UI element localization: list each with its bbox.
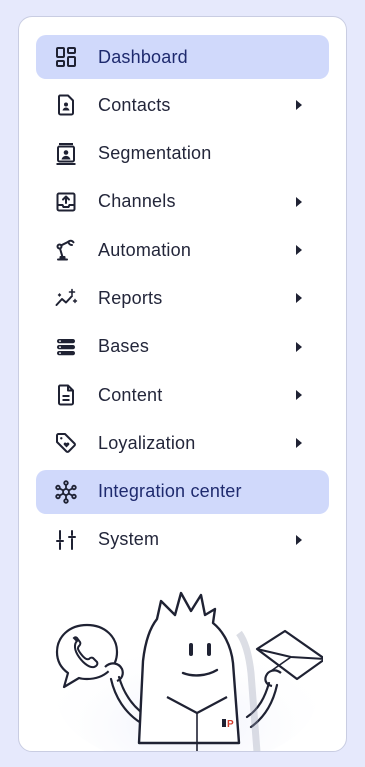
database-icon (54, 335, 78, 359)
mascot-illustration: P (55, 591, 323, 751)
sidebar-nav: Dashboard Contacts Segmentation Channels… (36, 35, 329, 566)
chevron-right-icon (296, 390, 302, 401)
sidebar-item-label: Reports (98, 287, 163, 308)
chevron-right-icon (296, 100, 302, 111)
segmentation-icon (54, 142, 78, 166)
inbox-upload-icon (54, 190, 78, 214)
sidebar-item-system[interactable]: System (36, 518, 329, 562)
contact-card-icon (54, 93, 78, 117)
chevron-right-icon (296, 341, 302, 352)
tag-heart-icon (54, 431, 78, 455)
mascot-logo-text: P (227, 719, 234, 730)
sidebar-item-integration-center[interactable]: Integration center (36, 469, 329, 514)
sidebar-item-label: Segmentation (98, 143, 212, 164)
sidebar-item-dashboard[interactable]: Dashboard (36, 35, 329, 79)
sidebar-item-label: Dashboard (98, 46, 188, 67)
robot-arm-icon (54, 238, 78, 262)
sidebar-item-bases[interactable]: Bases (36, 325, 329, 369)
sidebar-item-label: Bases (98, 336, 150, 357)
document-icon (54, 383, 78, 407)
sidebar-item-label: System (98, 529, 160, 550)
sidebar-item-label: Contacts (98, 94, 171, 115)
chevron-right-icon (296, 196, 302, 207)
sidebar-item-label: Automation (98, 239, 192, 260)
sidebar-item-label: Content (98, 384, 163, 405)
dashboard-icon (54, 45, 78, 69)
sidebar-item-contacts[interactable]: Contacts (36, 83, 329, 127)
sidebar-item-loyalization[interactable]: Loyalization (36, 421, 329, 465)
chevron-right-icon (296, 438, 302, 449)
sliders-icon (54, 528, 78, 552)
sidebar-item-label: Loyalization (98, 432, 196, 453)
sidebar-item-automation[interactable]: Automation (36, 228, 329, 272)
sidebar-item-label: Channels (98, 191, 176, 212)
chevron-right-icon (296, 293, 302, 304)
sidebar-item-channels[interactable]: Channels (36, 180, 329, 224)
sidebar-item-segmentation[interactable]: Segmentation (36, 132, 329, 176)
chevron-right-icon (296, 534, 302, 545)
chevron-right-icon (296, 245, 302, 256)
network-hub-icon (54, 479, 78, 504)
navigation-panel: Dashboard Contacts Segmentation Channels… (18, 16, 347, 752)
sparkle-chart-icon (54, 286, 78, 310)
sidebar-item-reports[interactable]: Reports (36, 276, 329, 320)
sidebar-item-content[interactable]: Content (36, 373, 329, 417)
sidebar-item-label: Integration center (98, 481, 242, 502)
